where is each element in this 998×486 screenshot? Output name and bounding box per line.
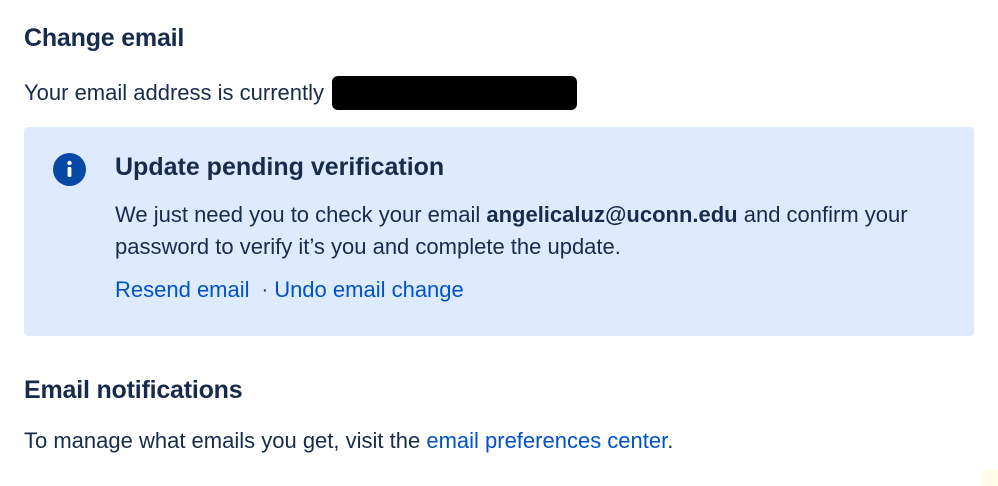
change-email-heading: Change email	[24, 24, 185, 52]
actions-separator: ·	[261, 278, 269, 301]
message-text-start: We just need you to check your email	[115, 202, 487, 227]
email-notifications-heading: Email notifications	[24, 376, 243, 404]
current-email-label: Your email address is currently	[24, 80, 324, 105]
undo-email-change-link[interactable]: Undo email change	[274, 277, 464, 303]
pending-verification-message: We just need you to check your email ang…	[115, 199, 935, 263]
pending-verification-actions: Resend email · Undo email change	[115, 277, 464, 303]
notifications-text-end: .	[667, 428, 674, 453]
current-email-line: Your email address is currently	[24, 76, 577, 110]
notifications-text-start: To manage what emails you get, visit the	[24, 428, 427, 453]
corner-decoration	[982, 470, 998, 486]
redacted-current-email	[332, 76, 577, 110]
info-icon	[53, 153, 86, 186]
pending-verification-title: Update pending verification	[115, 153, 445, 181]
pending-verification-panel: Update pending verification We just need…	[24, 127, 974, 336]
email-notifications-text: To manage what emails you get, visit the…	[24, 428, 673, 454]
pending-email-address: angelicaluz@uconn.edu	[486, 202, 738, 227]
email-preferences-center-link[interactable]: email preferences center	[426, 428, 667, 453]
resend-email-link[interactable]: Resend email	[115, 277, 250, 303]
